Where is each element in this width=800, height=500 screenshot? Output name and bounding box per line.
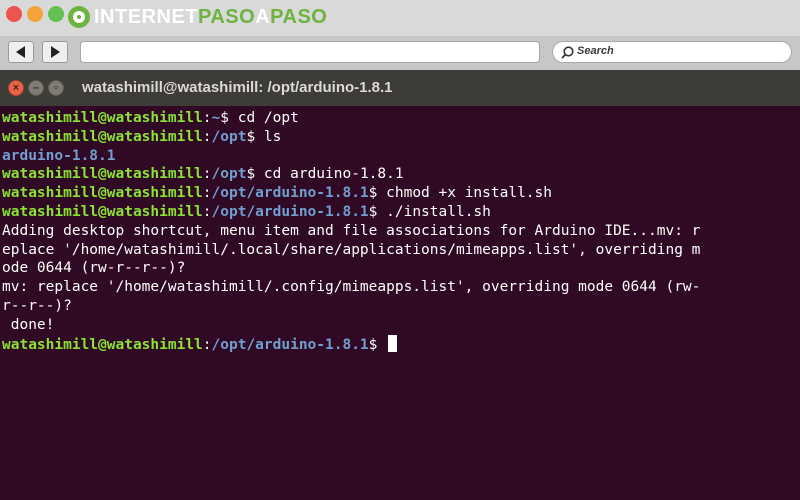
- prompt-user: watashimill@watashimill: [2, 336, 203, 353]
- prompt-path: /opt/arduino-1.8.1: [211, 336, 369, 353]
- output-text: Adding desktop shortcut, menu item and f…: [2, 222, 701, 239]
- prompt-path: /opt: [211, 166, 247, 183]
- window-close-button[interactable]: ×: [8, 80, 24, 96]
- prompt-command: ./install.sh: [377, 203, 491, 220]
- output-text: done!: [2, 316, 55, 333]
- prompt-separator: :: [202, 110, 212, 126]
- prompt-command: cd /opt: [229, 110, 299, 126]
- forward-button[interactable]: [42, 41, 68, 63]
- prompt-command: ls: [255, 128, 282, 145]
- terminal-body[interactable]: watashimill@watashimill:~$ cd /opt watash…: [0, 106, 800, 500]
- close-icon: ×: [12, 82, 20, 94]
- prompt-path: /opt/arduino-1.8.1: [211, 185, 369, 202]
- browser-nav-bar: Search: [0, 36, 800, 70]
- directory-listing-entry: arduino-1.8.1: [2, 147, 116, 164]
- terminal-prompt-line: watashimill@watashimill:/opt/arduino-1.8…: [2, 203, 700, 222]
- output-text: r--r--)?: [2, 297, 72, 314]
- terminal-title: watashimill@watashimill: /opt/arduino-1.…: [82, 79, 393, 96]
- window-maximize-button[interactable]: ▫: [48, 80, 64, 96]
- terminal-prompt-line: watashimill@watashimill:~$ cd /opt: [2, 109, 700, 128]
- terminal-output-line: ode 0644 (rw-r--r--)?: [2, 259, 700, 278]
- search-input[interactable]: Search: [552, 41, 792, 63]
- prompt-symbol: $: [246, 166, 256, 183]
- prompt-separator: :: [202, 336, 212, 353]
- terminal-title-bar[interactable]: × – ▫ watashimill@watashimill: /opt/ardu…: [0, 70, 800, 106]
- prompt-user: watashimill@watashimill: [2, 166, 203, 183]
- prompt-separator: :: [202, 128, 212, 145]
- terminal-output-line: arduino-1.8.1: [2, 147, 700, 166]
- logo-text: INTERNETPASOAPASO: [94, 6, 327, 28]
- terminal-prompt-line: watashimill@watashimill:/opt$ cd arduino…: [2, 165, 700, 184]
- logo-text-part: PASO: [198, 6, 256, 28]
- search-icon: [561, 46, 574, 59]
- prompt-path: ~: [211, 110, 221, 126]
- close-dot-icon[interactable]: [6, 6, 22, 22]
- prompt-command: [377, 337, 386, 353]
- terminal-output-line: Adding desktop shortcut, menu item and f…: [2, 222, 700, 241]
- minimize-dot-icon[interactable]: [27, 6, 43, 22]
- prompt-path: /opt/arduino-1.8.1: [211, 203, 369, 220]
- browser-top-bar: INTERNETPASOAPASO: [0, 0, 800, 36]
- prompt-path: /opt: [211, 128, 247, 145]
- screenshot-frame: INTERNETPASOAPASO Search × – ▫ watashimi…: [0, 0, 800, 500]
- prompt-symbol: $: [246, 128, 256, 145]
- prompt-user: watashimill@watashimill: [2, 110, 203, 126]
- minimize-icon: –: [32, 82, 40, 94]
- terminal-output-line: done!: [2, 316, 700, 335]
- output-text: mv: replace '/home/watashimill/.config/m…: [2, 279, 701, 296]
- search-placeholder: Search: [577, 45, 614, 57]
- logo-text-part: PASO: [270, 6, 328, 28]
- maximize-dot-icon[interactable]: [48, 6, 64, 22]
- output-text: eplace '/home/watashimill/.local/share/a…: [2, 241, 701, 258]
- prompt-separator: :: [202, 166, 212, 183]
- prompt-separator: :: [202, 185, 212, 202]
- terminal-prompt-line: watashimill@watashimill:/opt/arduino-1.8…: [2, 184, 700, 203]
- terminal-output-line: eplace '/home/watashimill/.local/share/a…: [2, 241, 700, 260]
- prompt-command: cd arduino-1.8.1: [255, 166, 404, 183]
- back-button[interactable]: [8, 41, 34, 63]
- address-bar[interactable]: [80, 41, 540, 63]
- terminal-prompt-line: watashimill@watashimill:/opt$ ls: [2, 128, 700, 147]
- logo-text-part: INTERNET: [94, 6, 198, 28]
- output-text: ode 0644 (rw-r--r--)?: [2, 260, 186, 277]
- prompt-user: watashimill@watashimill: [2, 203, 203, 220]
- terminal-prompt-line: watashimill@watashimill:/opt/arduino-1.8…: [2, 334, 700, 354]
- terminal-output-line: mv: replace '/home/watashimill/.config/m…: [2, 278, 700, 297]
- prompt-command: chmod +x install.sh: [377, 185, 553, 202]
- logo-text-part: A: [255, 6, 271, 28]
- terminal-output-line: r--r--)?: [2, 297, 700, 316]
- maximize-icon: ▫: [54, 82, 58, 94]
- prompt-separator: :: [202, 203, 212, 220]
- logo-mark-icon: [68, 6, 90, 28]
- prompt-symbol: $: [220, 110, 229, 126]
- prompt-user: watashimill@watashimill: [2, 128, 203, 145]
- arrow-right-icon: [51, 46, 60, 58]
- site-logo: INTERNETPASOAPASO: [68, 3, 327, 31]
- terminal-cursor: [388, 334, 398, 352]
- window-minimize-button[interactable]: –: [28, 80, 44, 96]
- prompt-user: watashimill@watashimill: [2, 185, 203, 202]
- arrow-left-icon: [16, 46, 25, 58]
- terminal-output: watashimill@watashimill:~$ cd /opt watash…: [2, 109, 700, 353]
